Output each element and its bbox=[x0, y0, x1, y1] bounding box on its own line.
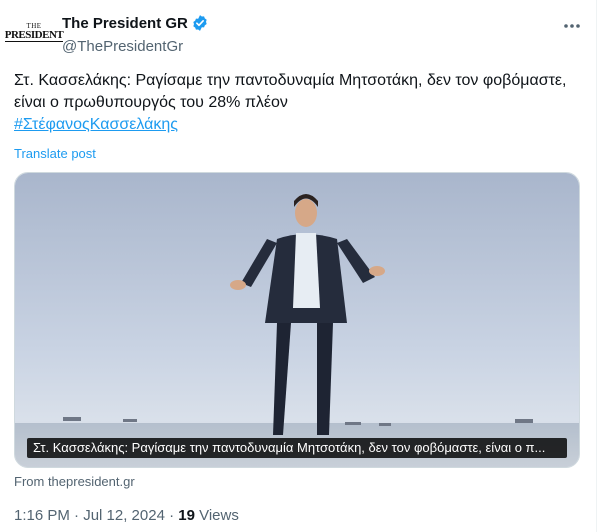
more-icon[interactable] bbox=[562, 16, 582, 36]
card-source[interactable]: From thepresident.gr bbox=[14, 474, 135, 489]
avatar[interactable]: THE PRESIDENT bbox=[4, 12, 64, 52]
author-names: The President GR @ThePresidentGr bbox=[62, 14, 209, 55]
views-label: Views bbox=[194, 507, 239, 524]
card-title[interactable]: Στ. Κασσελάκης: Ραγίσαμε την παντοδυναμί… bbox=[27, 438, 567, 458]
author-display-name-row[interactable]: The President GR bbox=[62, 14, 209, 32]
author-display-name[interactable]: The President GR bbox=[62, 15, 188, 32]
verified-badge-icon bbox=[193, 15, 207, 31]
tweet-header: THE PRESIDENT The President GR @ThePresi… bbox=[4, 12, 584, 56]
author-handle[interactable]: @ThePresidentGr bbox=[62, 38, 209, 55]
video-thumbnail bbox=[15, 173, 579, 467]
tweet-meta: 1:16 PM · Jul 12, 2024 · 19 Views bbox=[14, 507, 239, 524]
avatar-text-bottom: PRESIDENT bbox=[4, 28, 64, 42]
tweet: THE PRESIDENT The President GR @ThePresi… bbox=[0, 0, 597, 532]
tweet-body: Στ. Κασσελάκης: Ραγίσαμε την παντοδυναμί… bbox=[14, 72, 567, 111]
hashtag-link[interactable]: #ΣτέφανοςΚασσελάκης bbox=[14, 116, 178, 133]
translate-post-link[interactable]: Translate post bbox=[14, 146, 96, 161]
views-count: 19 bbox=[178, 507, 195, 524]
timestamp[interactable]: 1:16 PM · Jul 12, 2024 · bbox=[14, 507, 178, 524]
tweet-text: Στ. Κασσελάκης: Ραγίσαμε την παντοδυναμί… bbox=[14, 70, 574, 136]
link-card-media[interactable]: Στ. Κασσελάκης: Ραγίσαμε την παντοδυναμί… bbox=[14, 172, 580, 468]
